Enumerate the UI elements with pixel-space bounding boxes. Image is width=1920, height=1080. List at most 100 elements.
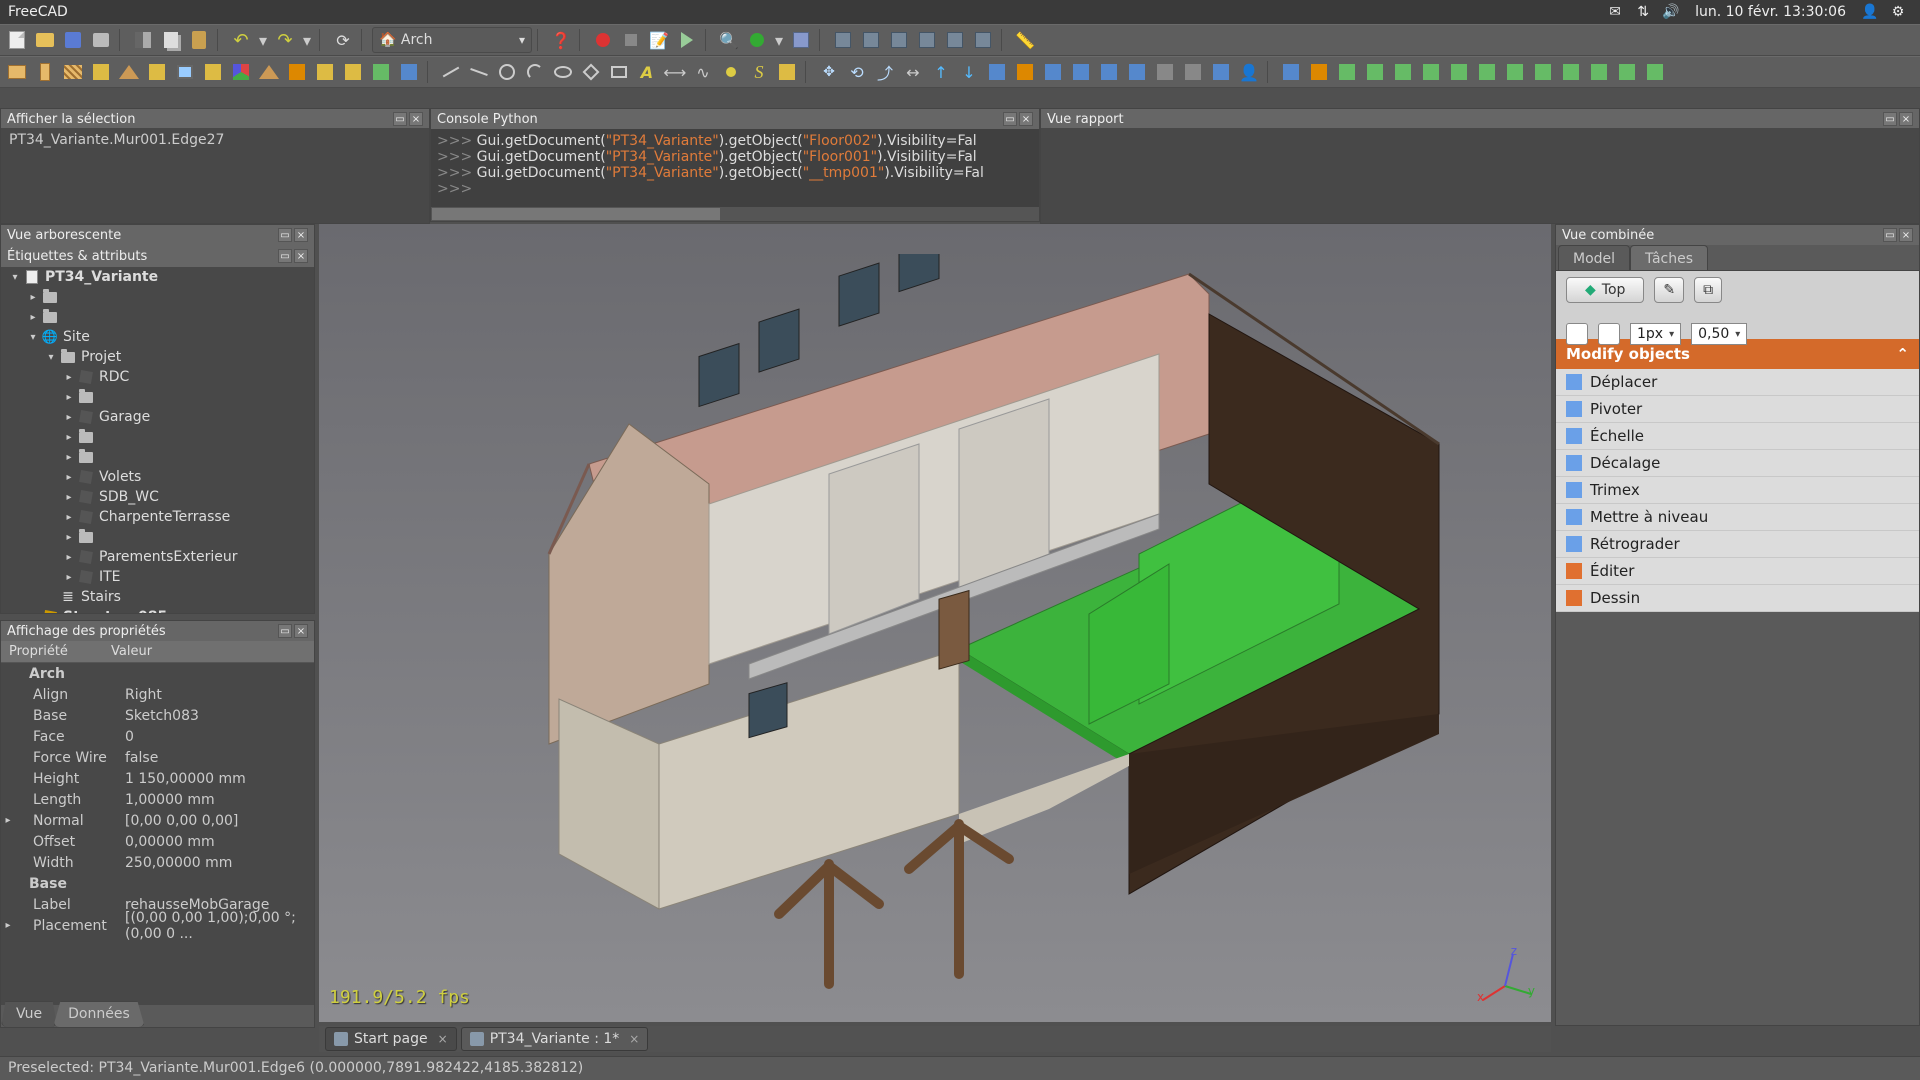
arch-structure-button[interactable] <box>32 59 58 85</box>
draft-point-button[interactable] <box>718 59 744 85</box>
volume-icon[interactable]: 🔊 <box>1661 2 1681 22</box>
panel-close-icon[interactable]: × <box>409 112 423 126</box>
snap-angle-button[interactable] <box>1474 59 1500 85</box>
tree-item[interactable]: ▸ <box>1 527 314 547</box>
draft-ellipse-button[interactable] <box>550 59 576 85</box>
arch-wall-button[interactable] <box>4 59 30 85</box>
tree-body[interactable]: ▾PT34_Variante▸▸▾🌐Site▾Projet▸RDC▸▸Garag… <box>1 267 314 613</box>
view-rear-button[interactable] <box>914 27 940 53</box>
task-item[interactable]: Déplacer <box>1556 369 1919 396</box>
task-item[interactable]: Mettre à niveau <box>1556 504 1919 531</box>
document-tab[interactable]: PT34_Variante : 1*× <box>461 1027 649 1051</box>
combined-tab-tasks[interactable]: Tâches <box>1630 245 1708 270</box>
tree-item[interactable]: ▸ <box>1 287 314 307</box>
opacity-spinner[interactable]: 0,50 <box>1691 323 1747 345</box>
redo-menu[interactable]: ▾ <box>300 27 314 53</box>
arch-stairs-button[interactable] <box>312 59 338 85</box>
snap-center-button[interactable] <box>1502 59 1528 85</box>
tree-item[interactable]: ▸RDC <box>1 367 314 387</box>
draft-dimension-button[interactable]: ⟷ <box>662 59 688 85</box>
snap-lock-button[interactable] <box>1278 59 1304 85</box>
panel-float-icon[interactable]: ▭ <box>278 249 292 263</box>
view-left-button[interactable] <box>970 27 996 53</box>
draft-trimex-button[interactable]: ↔ <box>900 59 926 85</box>
draft-polygon-button[interactable] <box>578 59 604 85</box>
draft-arc-button[interactable] <box>522 59 548 85</box>
task-item[interactable]: Échelle <box>1556 423 1919 450</box>
mail-icon[interactable]: ✉ <box>1605 2 1625 22</box>
snap-extension-button[interactable] <box>1530 59 1556 85</box>
snap-dimensions-button[interactable] <box>1614 59 1640 85</box>
snap-workingplane-button[interactable] <box>1642 59 1668 85</box>
task-item[interactable]: Éditer <box>1556 558 1919 585</box>
arch-equipment-button[interactable] <box>396 59 422 85</box>
arch-panel-button[interactable] <box>340 59 366 85</box>
arch-space-button[interactable] <box>284 59 310 85</box>
arch-roof-button[interactable] <box>256 59 282 85</box>
snap-parallel-button[interactable] <box>1418 59 1444 85</box>
property-row[interactable]: ▸Normal[0,00 0,00 0,00] <box>1 810 314 831</box>
task-item[interactable]: Dessin <box>1556 585 1919 612</box>
snap-intersection-button[interactable] <box>1390 59 1416 85</box>
draft-delpoint-button[interactable] <box>1124 59 1150 85</box>
draft-circle-button[interactable] <box>494 59 520 85</box>
prop-tab-view[interactable]: Vue <box>1 1001 57 1027</box>
view-front-button[interactable] <box>830 27 856 53</box>
python-hscroll[interactable] <box>431 207 721 221</box>
draft-rotate-button[interactable]: ⟲ <box>844 59 870 85</box>
macro-play-button[interactable] <box>674 27 700 53</box>
tree-item[interactable]: ▾PT34_Variante <box>1 267 314 287</box>
task-item[interactable]: Rétrograder <box>1556 531 1919 558</box>
tree-item[interactable]: ▸CharpenteTerrasse <box>1 507 314 527</box>
macro-record-button[interactable] <box>590 27 616 53</box>
panel-float-icon[interactable]: ▭ <box>278 228 292 242</box>
new-file-button[interactable] <box>4 27 30 53</box>
draft-rectangle-button[interactable] <box>606 59 632 85</box>
undo-menu[interactable]: ▾ <box>256 27 270 53</box>
line-color-swatch[interactable] <box>1566 323 1588 345</box>
arch-section-button[interactable] <box>200 59 226 85</box>
document-tab[interactable]: Start page× <box>325 1027 457 1051</box>
tree-item[interactable]: ▸ <box>1 307 314 327</box>
property-row[interactable]: BaseSketch083 <box>1 705 314 726</box>
panel-close-icon[interactable]: × <box>294 249 308 263</box>
tree-item[interactable]: ▸Volets <box>1 467 314 487</box>
macro-edit-button[interactable]: 📝 <box>646 27 672 53</box>
prop-body[interactable]: ArchAlignRightBaseSketch083Face0Force Wi… <box>1 663 314 1005</box>
property-row[interactable]: Offset0,00000 mm <box>1 831 314 852</box>
tree-item[interactable]: ≣Stairs <box>1 587 314 607</box>
panel-float-icon[interactable]: ▭ <box>1003 112 1017 126</box>
tree-item[interactable]: ▸Garage <box>1 407 314 427</box>
tree-item[interactable]: ▾Projet <box>1 347 314 367</box>
arch-window-button[interactable] <box>172 59 198 85</box>
power-icon[interactable]: ⚙ <box>1888 2 1908 22</box>
property-row[interactable]: Height1 150,00000 mm <box>1 768 314 789</box>
refresh-button[interactable]: ⟳ <box>330 27 356 53</box>
draft-text-button[interactable]: A <box>634 59 660 85</box>
snap-near-button[interactable] <box>1558 59 1584 85</box>
panel-close-icon[interactable]: × <box>294 228 308 242</box>
paste-button[interactable] <box>186 27 212 53</box>
task-item[interactable]: Pivoter <box>1556 396 1919 423</box>
panel-float-icon[interactable]: ▭ <box>278 624 292 638</box>
whatsthis-button[interactable]: ❓ <box>548 27 574 53</box>
task-item[interactable]: Trimex <box>1556 477 1919 504</box>
draft-move-button[interactable]: ✥ <box>816 59 842 85</box>
property-row[interactable]: Width250,00000 mm <box>1 852 314 873</box>
snap-ortho-button[interactable] <box>1586 59 1612 85</box>
collapse-icon[interactable]: ⌃ <box>1896 345 1909 363</box>
property-row[interactable]: Face0 <box>1 726 314 747</box>
draft-offset-button[interactable]: ⤴ <box>872 59 898 85</box>
draft-downgrade-button[interactable]: ↓ <box>956 59 982 85</box>
panel-float-icon[interactable]: ▭ <box>393 112 407 126</box>
workbench-selector[interactable]: 🏠 Arch <box>372 27 532 53</box>
save-button[interactable] <box>60 27 86 53</box>
arch-frame-button[interactable] <box>368 59 394 85</box>
face-color-swatch[interactable] <box>1598 323 1620 345</box>
tree-item[interactable]: ▸ParementsExterieur <box>1 547 314 567</box>
draft-clone-button[interactable]: 👤 <box>1236 59 1262 85</box>
property-row[interactable]: Force Wirefalse <box>1 747 314 768</box>
macro-stop-button[interactable] <box>618 27 644 53</box>
open-file-button[interactable] <box>32 27 58 53</box>
sync-icon[interactable]: ⇅ <box>1633 2 1653 22</box>
